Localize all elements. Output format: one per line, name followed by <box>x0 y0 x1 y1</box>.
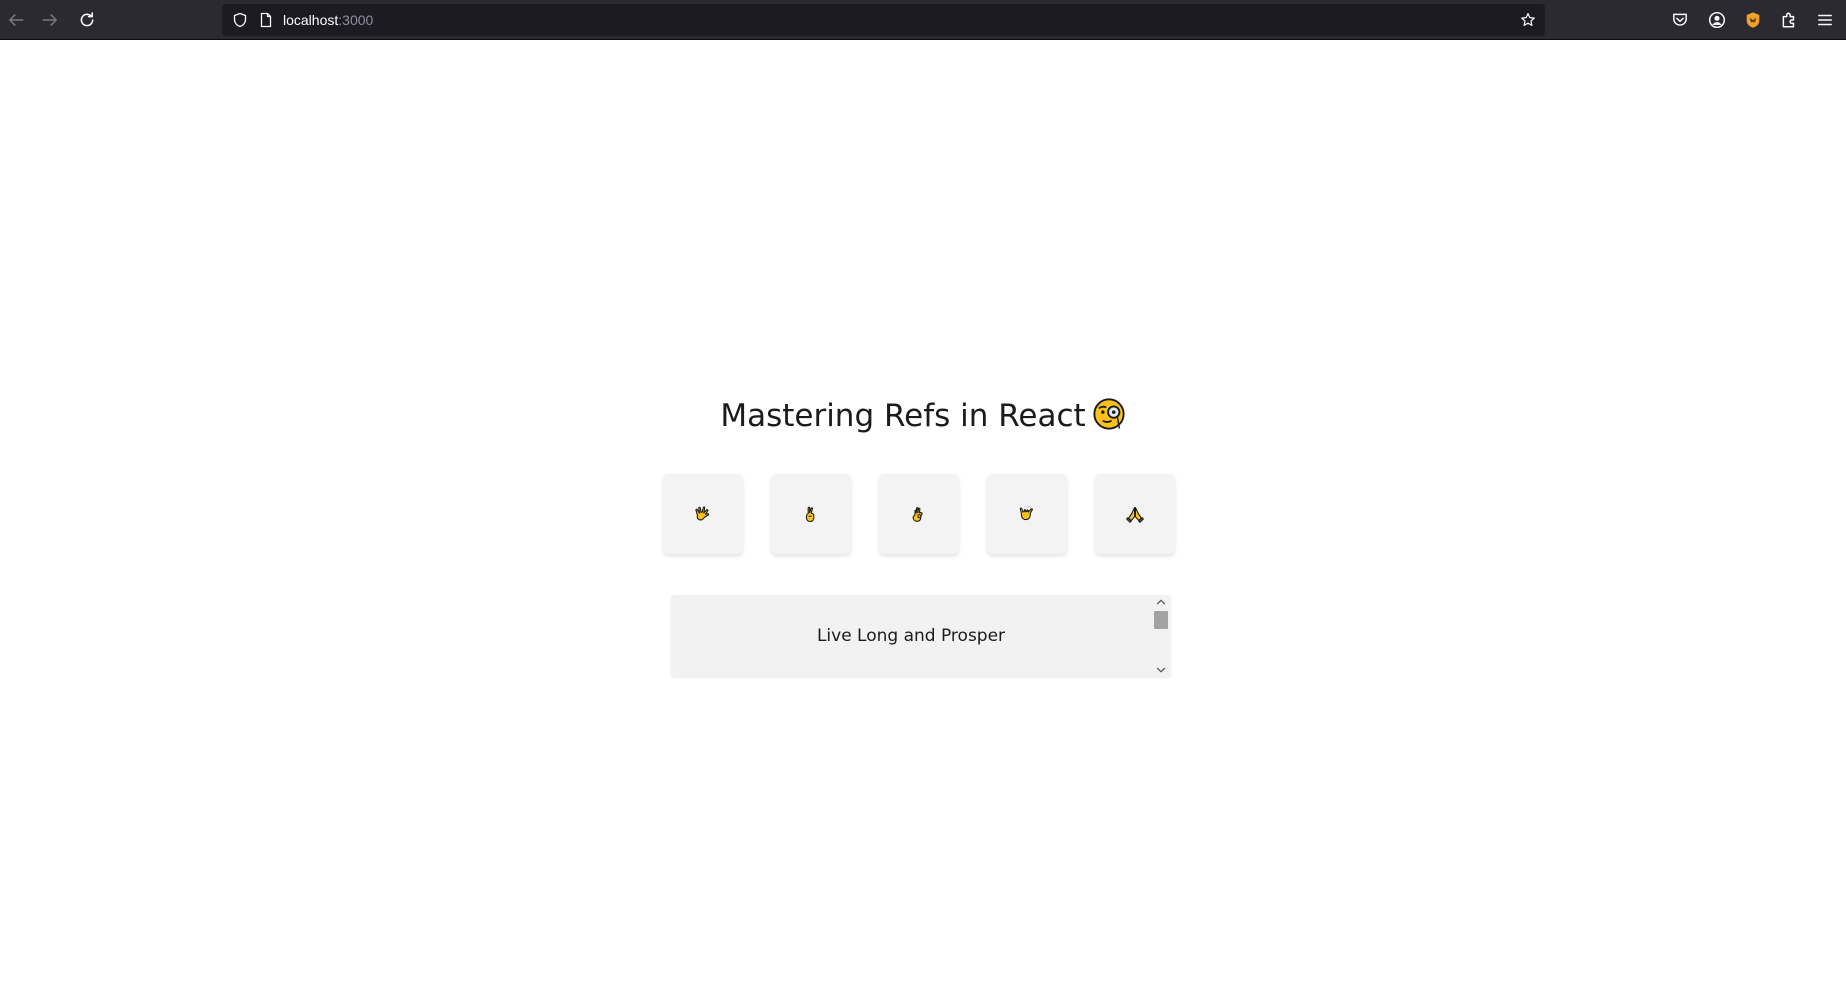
forward-button[interactable] <box>36 6 64 34</box>
shield-icon[interactable] <box>231 11 249 29</box>
star-icon[interactable] <box>1519 11 1537 29</box>
vertical-scrollbar[interactable] <box>1151 595 1171 677</box>
scroll-container[interactable]: Live Long and Prosper <box>671 595 1171 677</box>
scroll-down-arrow[interactable] <box>1154 663 1168 677</box>
pocket-button[interactable] <box>1666 6 1694 34</box>
reload-icon <box>80 12 94 27</box>
gesture-button-crossed-fingers[interactable] <box>771 474 851 554</box>
browser-toolbar: localhost:3000 <box>0 0 1846 40</box>
monocle-face-icon <box>1093 398 1125 430</box>
page-title: Mastering Refs in React <box>0 392 1846 440</box>
url-bar[interactable]: localhost:3000 <box>222 4 1545 36</box>
scrollbar-thumb[interactable] <box>1154 611 1168 629</box>
chevron-up-icon <box>1156 599 1166 605</box>
url-host: localhost <box>283 12 339 28</box>
call-me-hand-icon <box>1019 507 1033 521</box>
gesture-button-ok-hand[interactable] <box>879 474 959 554</box>
menu-button[interactable] <box>1811 6 1839 34</box>
folded-hands-icon <box>1126 506 1144 523</box>
crossed-fingers-icon <box>805 506 815 523</box>
url-port: :3000 <box>338 12 374 28</box>
reload-button[interactable] <box>73 6 101 34</box>
url-text[interactable]: localhost:3000 <box>283 11 373 29</box>
fox-extension-icon <box>1746 12 1760 28</box>
vulcan-salute-icon <box>695 506 710 521</box>
puzzle-icon <box>1782 12 1795 28</box>
account-icon <box>1708 11 1726 29</box>
gesture-button-call-me-hand[interactable] <box>987 474 1067 554</box>
fox-extension-button[interactable] <box>1739 6 1767 34</box>
gesture-buttons <box>663 474 1177 554</box>
gesture-button-vulcan-salute[interactable] <box>663 474 743 554</box>
scroll-up-arrow[interactable] <box>1154 595 1168 609</box>
hamburger-menu-icon <box>1818 14 1832 26</box>
chevron-down-icon <box>1156 667 1166 673</box>
ok-hand-icon <box>912 507 923 522</box>
gesture-button-folded-hands[interactable] <box>1095 474 1175 554</box>
arrow-right-icon <box>42 14 57 26</box>
account-button[interactable] <box>1703 6 1731 34</box>
back-button[interactable] <box>2 6 30 34</box>
arrow-left-icon <box>9 14 24 26</box>
pocket-icon <box>1673 13 1687 26</box>
page-title-text: Mastering Refs in React <box>720 398 1086 434</box>
extensions-button[interactable] <box>1775 6 1803 34</box>
page-icon[interactable] <box>257 11 275 29</box>
scroll-content-text: Live Long and Prosper <box>816 626 1006 646</box>
